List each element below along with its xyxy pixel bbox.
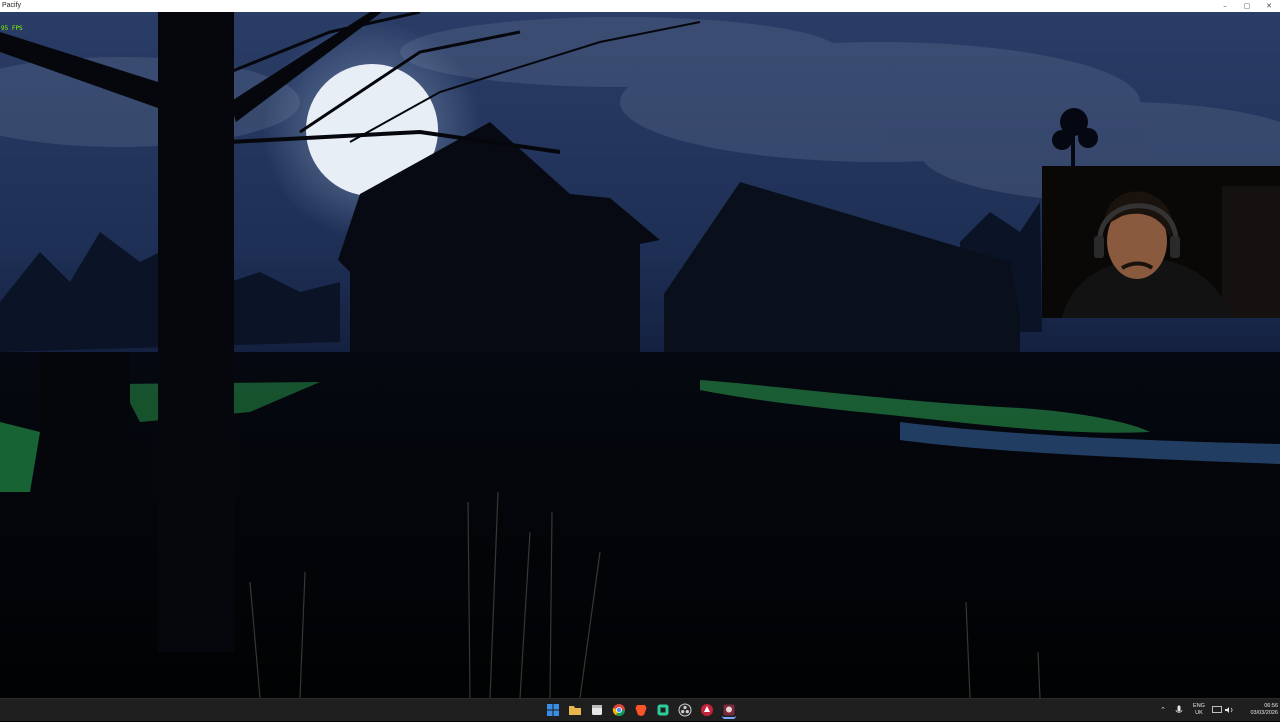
streamer-figure (1042, 166, 1280, 318)
microphone-icon[interactable] (1172, 699, 1186, 721)
close-button[interactable]: ✕ (1258, 0, 1280, 12)
webcam-overlay (1042, 166, 1280, 318)
obs-icon[interactable] (678, 703, 692, 717)
brave-icon[interactable] (634, 703, 648, 717)
windows-taskbar: ⌃ ENG UK 06:56 03/03/2026 (0, 698, 1280, 721)
window-title: Pacify (2, 2, 22, 9)
show-hidden-icons-chevron-icon[interactable]: ⌃ (1156, 699, 1170, 721)
file-explorer-icon[interactable] (568, 703, 582, 717)
volume-icon[interactable] (1222, 699, 1236, 721)
language-indicator[interactable]: ENG UK (1190, 703, 1208, 716)
game-launcher-icon[interactable] (700, 703, 714, 717)
windows-start-icon[interactable] (546, 703, 560, 717)
game-scene (0, 12, 1280, 698)
tree-stump (40, 352, 130, 502)
green-app-icon[interactable] (656, 703, 670, 717)
system-clock[interactable]: 06:56 03/03/2026 (1238, 703, 1278, 716)
fps-counter: 95 FPS (1, 25, 23, 32)
language-region: UK (1195, 709, 1203, 716)
calendar-app-icon[interactable] (590, 703, 604, 717)
chrome-icon[interactable] (612, 703, 626, 717)
minimize-button[interactable]: – (1214, 0, 1236, 12)
pacify-game-icon[interactable] (722, 703, 736, 719)
clock-date: 03/03/2026 (1250, 709, 1278, 716)
game-viewport[interactable]: 95 FPS (0, 12, 1280, 698)
window-title-bar: Pacify – ▢ ✕ (0, 0, 1280, 12)
maximize-button[interactable]: ▢ (1236, 0, 1258, 12)
